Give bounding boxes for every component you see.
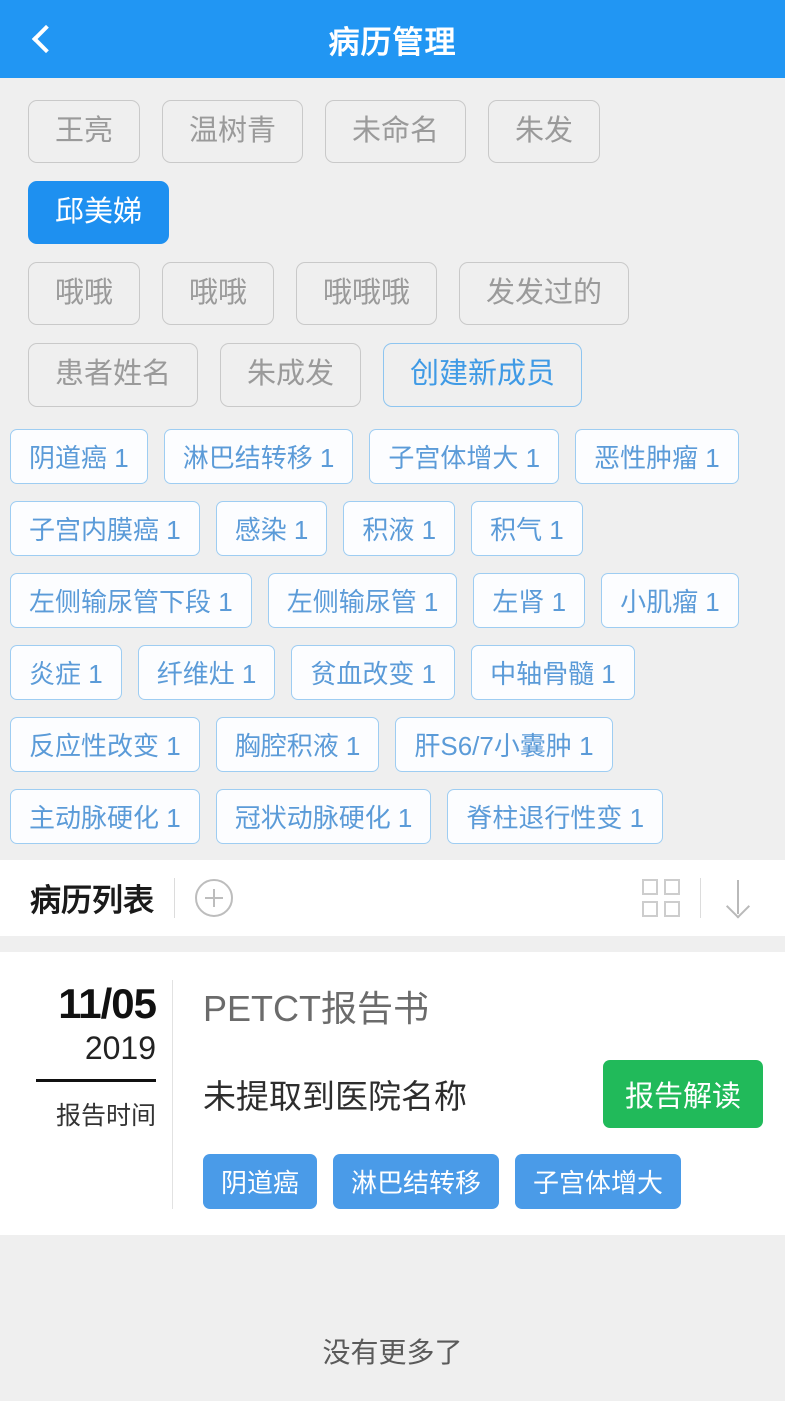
grid-view-icon[interactable] bbox=[642, 878, 680, 917]
diagnosis-tag[interactable]: 反应性改变 1 bbox=[10, 716, 200, 772]
list-footer: 没有更多了 bbox=[0, 1234, 785, 1401]
diagnosis-tag[interactable]: 恶性肿瘤 1 bbox=[575, 428, 739, 484]
patient-chip-oo-2[interactable]: 哦哦 bbox=[162, 262, 275, 326]
diagnosis-tag[interactable]: 冠状动脉硬化 1 bbox=[215, 788, 432, 844]
divider bbox=[700, 877, 701, 918]
record-tag-list: 阴道癌 淋巴结转移 子宫体增大 bbox=[203, 1153, 763, 1209]
back-button[interactable] bbox=[14, 0, 72, 78]
patient-chip-ooo[interactable]: 哦哦哦 bbox=[296, 262, 438, 326]
diagnosis-tag[interactable]: 炎症 1 bbox=[10, 644, 122, 700]
record-date-block: 11/05 2019 报告时间 bbox=[22, 980, 172, 1209]
diagnosis-tag[interactable]: 积液 1 bbox=[343, 500, 456, 556]
patient-chip-zhuchengfa[interactable]: 朱成发 bbox=[220, 343, 362, 407]
record-date-label: 报告时间 bbox=[55, 1101, 156, 1130]
diagnosis-tag[interactable]: 积气 1 bbox=[471, 500, 583, 556]
record-list-header: 病历列表 bbox=[0, 859, 785, 936]
patient-chip-zhufa[interactable]: 朱发 bbox=[488, 100, 601, 164]
diagnosis-tag[interactable]: 感染 1 bbox=[215, 500, 328, 556]
diagnosis-tag-list: 阴道癌 1 淋巴结转移 1 子宫体增大 1 恶性肿瘤 1 子宫内膜癌 1 感染 … bbox=[0, 411, 785, 860]
diagnosis-tag[interactable]: 纤维灶 1 bbox=[137, 644, 276, 700]
page-title: 病历管理 bbox=[328, 24, 457, 60]
record-tag[interactable]: 淋巴结转移 bbox=[333, 1153, 500, 1209]
diagnosis-tag[interactable]: 阴道癌 1 bbox=[10, 428, 148, 484]
record-date: 11/05 bbox=[58, 979, 157, 1027]
divider bbox=[174, 877, 175, 918]
diagnosis-tag[interactable]: 左侧输尿管下段 1 bbox=[10, 572, 252, 628]
patient-chip-huanzhexingming[interactable]: 患者姓名 bbox=[28, 343, 199, 407]
no-more-text: 没有更多了 bbox=[322, 1336, 463, 1368]
diagnosis-tag[interactable]: 贫血改变 1 bbox=[291, 644, 456, 700]
patient-chip-fafaguode[interactable]: 发发过的 bbox=[459, 262, 630, 326]
diagnosis-tag[interactable]: 子宫内膜癌 1 bbox=[10, 500, 200, 556]
diagnosis-tag[interactable]: 小肌瘤 1 bbox=[601, 572, 739, 628]
diagnosis-tag[interactable]: 肝S6/7小囊肿 1 bbox=[395, 716, 613, 772]
patient-selector: 王亮 温树青 未命名 朱发 邱美娣 哦哦 哦哦 哦哦哦 发发过的 患者姓名 朱成… bbox=[0, 78, 785, 411]
patient-row-1: 王亮 温树青 未命名 朱发 邱美娣 bbox=[28, 100, 757, 245]
diagnosis-tag[interactable]: 主动脉硬化 1 bbox=[10, 788, 200, 844]
patient-chip-weimingming[interactable]: 未命名 bbox=[325, 100, 467, 164]
plus-circle-icon[interactable] bbox=[195, 878, 233, 917]
patient-chip-qiumeidi-selected[interactable]: 邱美娣 bbox=[28, 181, 170, 245]
record-list: 11/05 2019 报告时间 PETCT报告书 未提取到医院名称 报告解读 阴… bbox=[0, 935, 785, 1235]
divider bbox=[36, 1078, 156, 1082]
diagnosis-tag[interactable]: 胸腔积液 1 bbox=[215, 716, 380, 772]
chevron-left-icon bbox=[31, 24, 61, 54]
record-hospital-row: 未提取到医院名称 报告解读 bbox=[203, 1059, 763, 1128]
record-hospital: 未提取到医院名称 bbox=[203, 1077, 467, 1115]
record-card-body: PETCT报告书 未提取到医院名称 报告解读 阴道癌 淋巴结转移 子宫体增大 bbox=[172, 979, 763, 1209]
record-tag[interactable]: 子宫体增大 bbox=[515, 1153, 682, 1209]
patient-row-3: 患者姓名 朱成发 创建新成员 bbox=[28, 343, 757, 407]
diagnosis-tag[interactable]: 子宫体增大 1 bbox=[369, 428, 560, 484]
arrow-down-icon[interactable] bbox=[721, 878, 755, 918]
app-root: 病历管理 王亮 温树青 未命名 朱发 邱美娣 哦哦 哦哦 哦哦哦 发发过的 患者… bbox=[0, 0, 785, 1401]
patient-chip-oo-1[interactable]: 哦哦 bbox=[28, 262, 141, 326]
patient-row-2: 哦哦 哦哦 哦哦哦 发发过的 bbox=[28, 262, 757, 326]
record-card[interactable]: 11/05 2019 报告时间 PETCT报告书 未提取到医院名称 报告解读 阴… bbox=[0, 951, 785, 1235]
diagnosis-tag[interactable]: 淋巴结转移 1 bbox=[163, 428, 354, 484]
app-header: 病历管理 bbox=[0, 0, 785, 78]
diagnosis-tag[interactable]: 中轴骨髓 1 bbox=[471, 644, 635, 700]
create-new-member-button[interactable]: 创建新成员 bbox=[383, 343, 583, 407]
record-year: 2019 bbox=[84, 1029, 156, 1066]
report-interpretation-button[interactable]: 报告解读 bbox=[602, 1059, 763, 1128]
diagnosis-tag[interactable]: 左肾 1 bbox=[473, 572, 586, 628]
record-tag[interactable]: 阴道癌 bbox=[203, 1153, 318, 1209]
patient-chip-wenshuqing[interactable]: 温树青 bbox=[162, 100, 304, 164]
diagnosis-tag[interactable]: 左侧输尿管 1 bbox=[267, 572, 458, 628]
patient-chip-wangliang[interactable]: 王亮 bbox=[28, 100, 141, 164]
diagnosis-tag[interactable]: 脊柱退行性变 1 bbox=[447, 788, 664, 844]
record-list-title: 病历列表 bbox=[30, 883, 154, 919]
record-title: PETCT报告书 bbox=[203, 987, 430, 1029]
